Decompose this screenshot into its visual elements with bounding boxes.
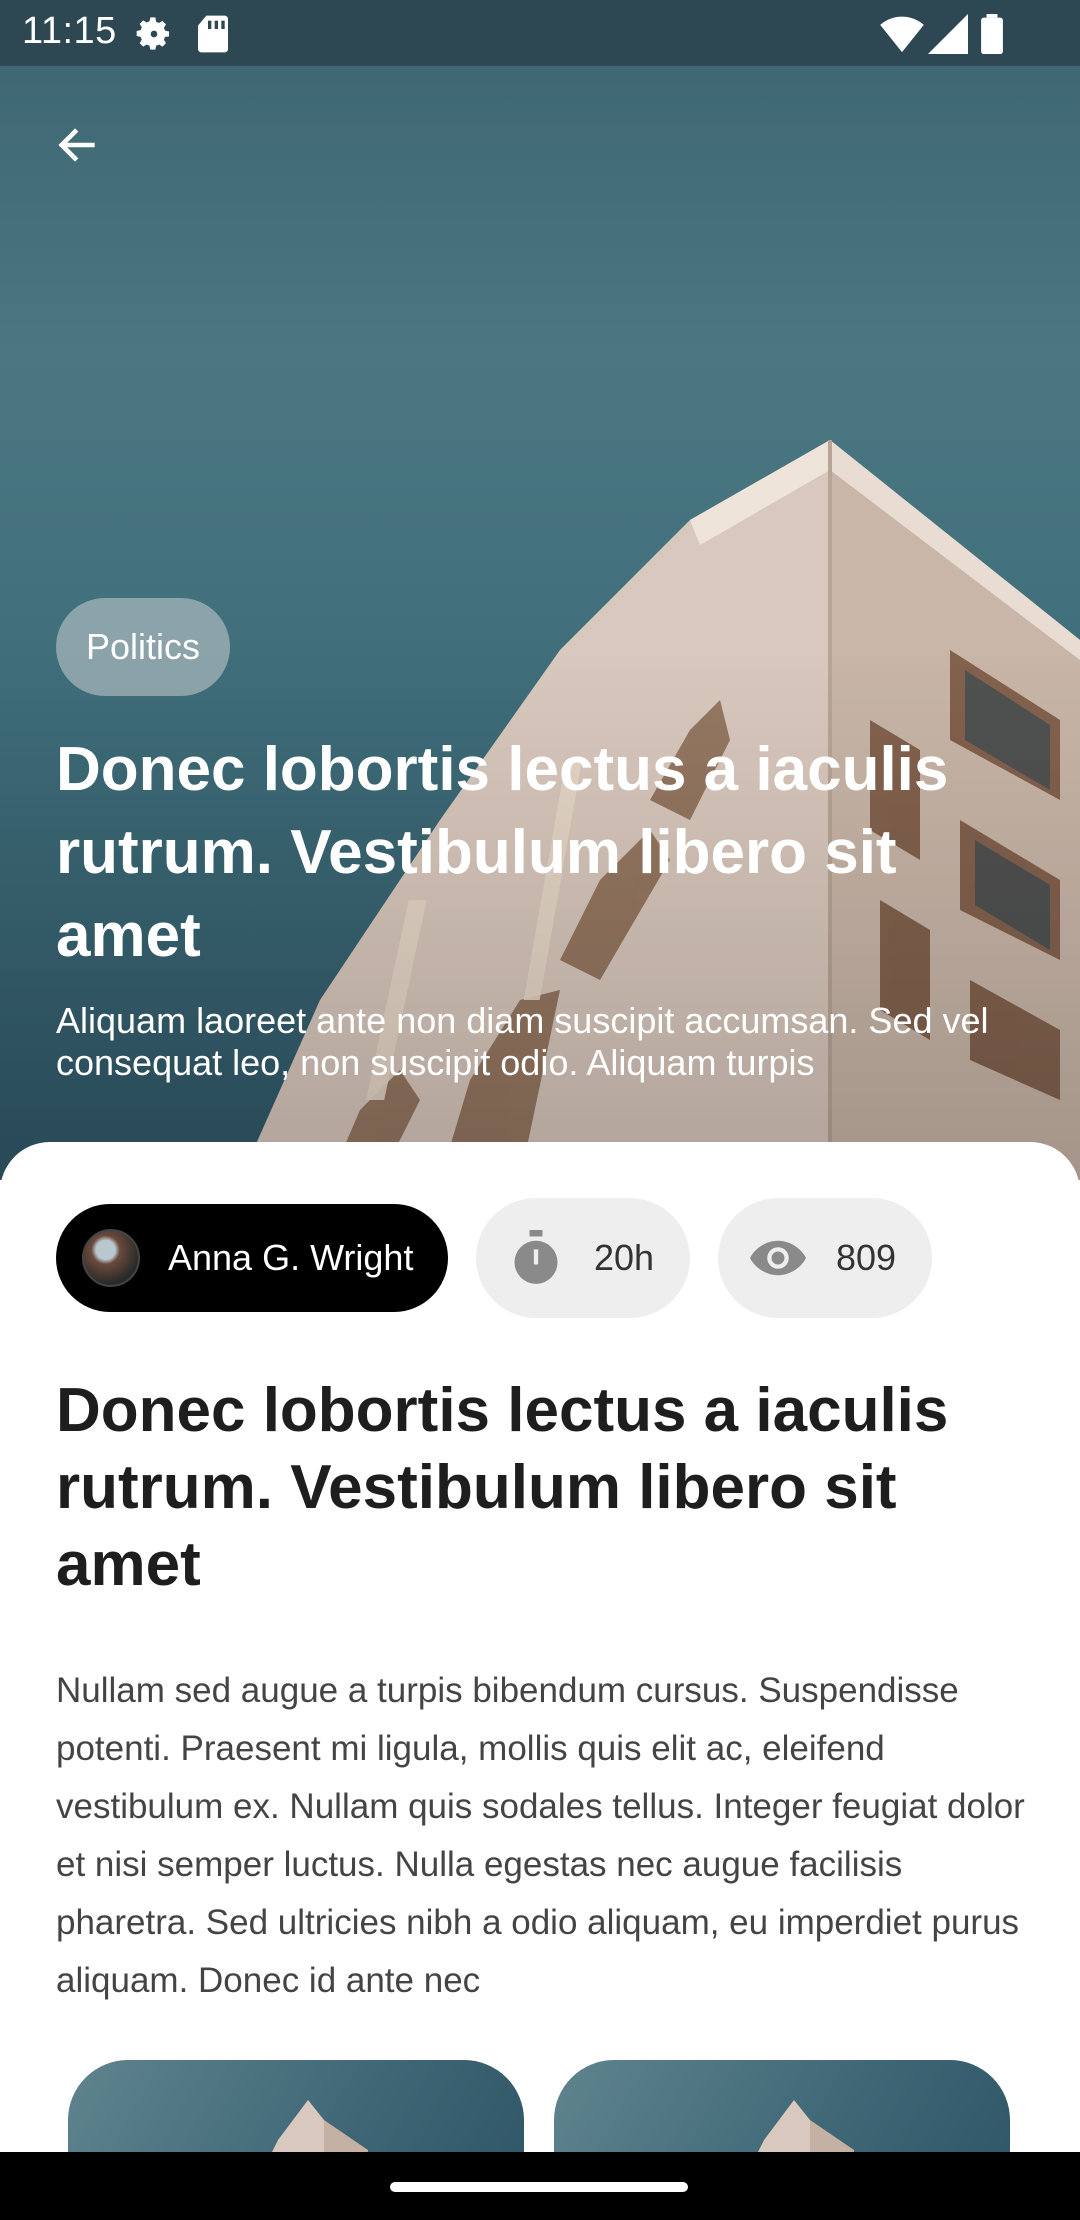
- article-sheet: Anna G. Wright 20h 809 Donec lobortis le…: [0, 1142, 1080, 2152]
- views-chip: 809: [718, 1198, 932, 1318]
- time-value: 20h: [594, 1237, 655, 1278]
- eye-icon: [750, 1230, 806, 1286]
- hero-title: Donec lobortis lectus a iaculis rutrum. …: [56, 735, 949, 970]
- hero-subtitle: Aliquam laoreet ante non diam suscipit a…: [56, 1000, 989, 1083]
- wifi-icon: [880, 14, 924, 59]
- navigation-bar: [0, 2152, 1080, 2220]
- status-bar: 11:15: [0, 0, 1080, 66]
- article-title: Donec lobortis lectus a iaculis rutrum. …: [56, 1376, 949, 1599]
- time-chip: 20h: [476, 1198, 690, 1318]
- timer-icon: [508, 1230, 564, 1286]
- author-chip[interactable]: Anna G. Wright: [56, 1204, 448, 1312]
- hero-image: 11:15 Politics Donec lobortis lectus a i…: [0, 0, 1080, 1180]
- views-value: 809: [836, 1237, 897, 1278]
- author-name: Anna G. Wright: [168, 1237, 414, 1278]
- arrow-back-icon: [58, 128, 95, 162]
- signal-icon: [928, 14, 968, 59]
- battery-icon: [980, 14, 1004, 59]
- home-handle[interactable]: [390, 2182, 688, 2192]
- category-chip[interactable]: Politics: [56, 598, 231, 696]
- article-body: Nullam sed augue a turpis bibendum cursu…: [56, 1671, 1025, 2000]
- status-time: 11:15: [22, 10, 117, 52]
- sd-card-icon: [196, 14, 230, 59]
- author-avatar: [82, 1229, 140, 1287]
- back-button[interactable]: [44, 112, 110, 178]
- settings-icon: [134, 14, 174, 59]
